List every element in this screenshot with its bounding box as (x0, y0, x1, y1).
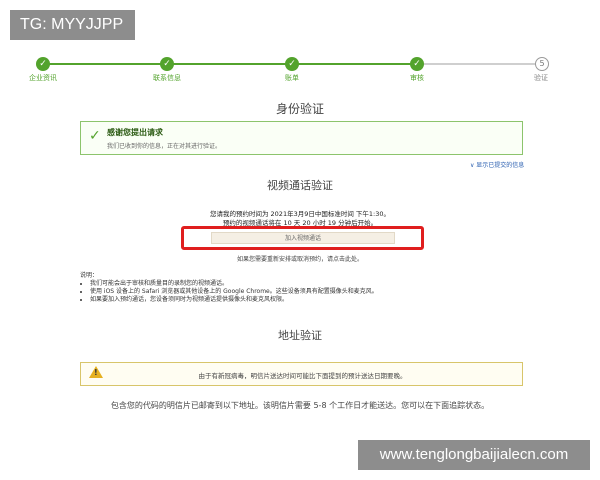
stepper-pending-line (416, 63, 542, 65)
note-item: 我们可能会出于审核和质量目的录制您的视频通话。 (90, 280, 378, 288)
step-2-label[interactable]: 联系信息 (137, 73, 197, 83)
step-4-label[interactable]: 审核 (387, 73, 447, 83)
video-title: 视频通话验证 (267, 179, 333, 192)
notes-heading: 说明： (80, 272, 99, 279)
show-submitted-info-link[interactable]: ∨ 显示已提交的信息 (470, 160, 524, 169)
step-2-check-icon: ✓ (160, 57, 174, 71)
step-1-label[interactable]: 企业资讯 (13, 73, 73, 83)
step-1-check-icon: ✓ (36, 57, 50, 71)
identity-title: 身份验证 (275, 102, 324, 116)
step-5-number-icon: 5 (535, 57, 549, 71)
success-title: 感谢您提出请求 (107, 128, 163, 137)
success-alert: ✓ 感谢您提出请求 我们已收到你的信息，正在对其进行验证。 (80, 121, 523, 155)
reschedule-link[interactable]: 如果您需要重新安排或取消预约，请点击此处。 (0, 254, 600, 263)
postcard-note: 包含您的代码的明信片已邮寄到以下地址。该明信片需要 5-8 个工作日才能送达。您… (110, 401, 490, 410)
step-3-check-icon: ✓ (285, 57, 299, 71)
step-3-label[interactable]: 账单 (262, 73, 322, 83)
success-desc: 我们已收到你的信息，正在对其进行验证。 (107, 143, 222, 150)
watermark-tag: TG: MYYJJPP (10, 10, 135, 40)
notes-block: 说明： 我们可能会出于审核和质量目的录制您的视频通话。 使用 iOS 设备上的 … (80, 272, 378, 304)
warning-alert: ! 由于有新冠病毒，明信片送达时间可能比下面提到的预计送达日期要晚。 (80, 362, 523, 386)
step-5-label: 验证 (534, 74, 548, 82)
note-item: 如果要加入预约通话，您设备须同时为视频通话提供摄像头和麦克风权限。 (90, 296, 378, 304)
join-video-call-button[interactable]: 加入视频通话 (211, 232, 395, 244)
check-icon: ✓ (89, 128, 101, 144)
warning-text: 由于有新冠病毒，明信片送达时间可能比下面提到的预计送达日期要晚。 (198, 372, 407, 380)
watermark-site: www.tenglongbaijialecn.com (358, 440, 590, 470)
step-4-check-icon: ✓ (410, 57, 424, 71)
address-title: 地址验证 (278, 329, 322, 342)
note-item: 使用 iOS 设备上的 Safari 浏览器或其他设备上的 Google Chr… (90, 288, 378, 296)
